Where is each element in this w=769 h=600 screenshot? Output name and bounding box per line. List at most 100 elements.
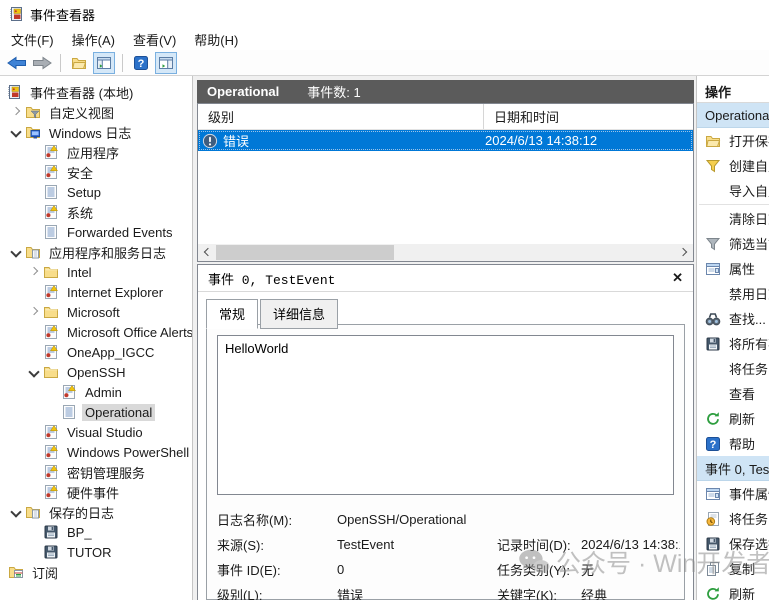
tree-item-label: Internet Explorer bbox=[64, 284, 166, 301]
filter-icon bbox=[705, 236, 721, 252]
back-button[interactable] bbox=[6, 52, 28, 74]
tree-item-openssh-operational[interactable]: Operational bbox=[0, 402, 192, 422]
action-view[interactable]: 查看 bbox=[697, 381, 769, 406]
action-section-operational[interactable]: Operational bbox=[697, 103, 769, 128]
tree-item-forwarded-events[interactable]: Forwarded Events bbox=[0, 222, 192, 242]
tree-item-oneapp-igcc[interactable]: OneApp_IGCC bbox=[0, 342, 192, 362]
tree-item-label: 订阅 bbox=[29, 562, 61, 583]
tree-item-microsoft[interactable]: Microsoft bbox=[0, 302, 192, 322]
error-icon bbox=[202, 133, 218, 149]
action-clear-log[interactable]: 清除日志... bbox=[697, 206, 769, 231]
event-list: 级别 日期和时间 错误 2024/6/13 14:38:12 bbox=[197, 103, 694, 262]
action-attach-task-to-event[interactable]: 将任务附加到此事件... bbox=[697, 506, 769, 531]
help-button[interactable]: ? bbox=[130, 52, 152, 74]
action-filter-current-log[interactable]: 筛选当前日志... bbox=[697, 231, 769, 256]
menu-file[interactable]: 文件(F) bbox=[2, 28, 63, 51]
tree-item-event-viewer-local[interactable]: 事件查看器 (本地) bbox=[0, 82, 192, 102]
show-console-tree-button[interactable] bbox=[93, 52, 115, 74]
tree-item-windows-logs[interactable]: Windows 日志 bbox=[0, 122, 192, 142]
tree-item-security[interactable]: 安全 bbox=[0, 162, 192, 182]
event-message-box[interactable]: HelloWorld bbox=[217, 335, 674, 495]
action-label: 禁用日志 bbox=[729, 284, 769, 303]
menu-bar: 文件(F) 操作(A) 查看(V) 帮助(H) bbox=[0, 28, 769, 50]
action-pane: 操作 Operational 打开保存的日志... 创建自定义视图... 导入自… bbox=[696, 76, 769, 600]
action-refresh-event[interactable]: 刷新 bbox=[697, 581, 769, 600]
tree-item-label: 密钥管理服务 bbox=[64, 462, 148, 483]
event-log-icon bbox=[43, 164, 59, 180]
action-label: 事件属性 bbox=[729, 484, 769, 503]
horizontal-scrollbar[interactable] bbox=[198, 244, 693, 261]
column-datetime[interactable]: 日期和时间 bbox=[483, 104, 693, 129]
tree-item-hardware-events[interactable]: 硬件事件 bbox=[0, 482, 192, 502]
tree-item-label: TUTOR bbox=[64, 544, 115, 561]
action-separator bbox=[699, 204, 769, 205]
tree-item-system[interactable]: 系统 bbox=[0, 202, 192, 222]
tree-item-custom-views[interactable]: 自定义视图 bbox=[0, 102, 192, 122]
tree-item-label: Admin bbox=[82, 384, 125, 401]
properties-icon bbox=[705, 486, 721, 502]
tree-item-saved-logs[interactable]: 保存的日志 bbox=[0, 502, 192, 522]
scrollbar-thumb[interactable] bbox=[216, 245, 394, 260]
subscription-folder-icon bbox=[8, 564, 24, 580]
title-bar: 事件查看器 bbox=[0, 0, 769, 28]
action-copy[interactable]: 复制 bbox=[697, 556, 769, 581]
action-create-custom-view[interactable]: 创建自定义视图... bbox=[697, 153, 769, 178]
event-log-icon bbox=[43, 424, 59, 440]
open-saved-log-button[interactable] bbox=[68, 52, 90, 74]
tree-item-bp[interactable]: BP_ bbox=[0, 522, 192, 542]
action-event-properties[interactable]: 事件属性 bbox=[697, 481, 769, 506]
action-label: 将任务附加到此日志... bbox=[729, 359, 769, 378]
column-level[interactable]: 级别 bbox=[198, 104, 483, 129]
tab-general[interactable]: 常规 bbox=[206, 299, 258, 329]
tree-item-application[interactable]: 应用程序 bbox=[0, 142, 192, 162]
list-log-icon bbox=[61, 404, 77, 420]
tree-item-visual-studio[interactable]: Visual Studio bbox=[0, 422, 192, 442]
custom-views-folder-icon bbox=[25, 104, 41, 120]
tree-item-setup[interactable]: Setup bbox=[0, 182, 192, 202]
tree-item-key-management[interactable]: 密钥管理服务 bbox=[0, 462, 192, 482]
chevron-right-icon[interactable] bbox=[26, 304, 43, 320]
tree-item-openssh-admin[interactable]: Admin bbox=[0, 382, 192, 402]
menu-help[interactable]: 帮助(H) bbox=[185, 28, 247, 51]
action-attach-task-to-log[interactable]: 将任务附加到此日志... bbox=[697, 356, 769, 381]
tree-item-openssh[interactable]: OpenSSH bbox=[0, 362, 192, 382]
tree-item-office-alerts[interactable]: Microsoft Office Alerts bbox=[0, 322, 192, 342]
close-icon[interactable]: ✕ bbox=[672, 270, 683, 286]
menu-action[interactable]: 操作(A) bbox=[63, 28, 124, 51]
action-properties[interactable]: 属性 bbox=[697, 256, 769, 281]
show-action-pane-button[interactable] bbox=[155, 52, 177, 74]
tree-item-windows-powershell[interactable]: Windows PowerShell bbox=[0, 442, 192, 462]
action-open-saved-log[interactable]: 打开保存的日志... bbox=[697, 128, 769, 153]
scroll-right-arrow[interactable] bbox=[676, 244, 693, 261]
menu-view[interactable]: 查看(V) bbox=[124, 28, 185, 51]
chevron-down-icon[interactable] bbox=[8, 504, 25, 520]
action-find[interactable]: 查找... bbox=[697, 306, 769, 331]
log-header-bar: Operational 事件数: 1 bbox=[197, 80, 694, 103]
chevron-right-icon[interactable] bbox=[26, 264, 43, 280]
tree-item-subscriptions[interactable]: 订阅 bbox=[0, 562, 192, 582]
chevron-down-icon[interactable] bbox=[8, 124, 25, 140]
tree-item-app-services-logs[interactable]: 应用程序和服务日志 bbox=[0, 242, 192, 262]
action-import-custom-view[interactable]: 导入自定义视图... bbox=[697, 178, 769, 203]
action-label: 将所有事件另存为... bbox=[729, 334, 769, 353]
tree-item-intel[interactable]: Intel bbox=[0, 262, 192, 282]
tree-item-internet-explorer[interactable]: Internet Explorer bbox=[0, 282, 192, 302]
chevron-down-icon[interactable] bbox=[8, 244, 25, 260]
scroll-left-arrow[interactable] bbox=[198, 244, 215, 261]
event-row[interactable]: 错误 2024/6/13 14:38:12 bbox=[198, 130, 693, 151]
action-label: 清除日志... bbox=[729, 209, 769, 228]
action-disable-log[interactable]: 禁用日志 bbox=[697, 281, 769, 306]
action-section-event[interactable]: 事件 0, TestEvent bbox=[697, 456, 769, 481]
event-log-icon bbox=[43, 284, 59, 300]
forward-button[interactable] bbox=[31, 52, 53, 74]
chevron-down-icon[interactable] bbox=[26, 364, 43, 380]
action-refresh[interactable]: 刷新 bbox=[697, 406, 769, 431]
action-help[interactable]: ?帮助 bbox=[697, 431, 769, 456]
tree-item-label: 自定义视图 bbox=[46, 102, 117, 123]
tree-item-tutor[interactable]: TUTOR bbox=[0, 542, 192, 562]
action-save-all-events[interactable]: 将所有事件另存为... bbox=[697, 331, 769, 356]
tab-details[interactable]: 详细信息 bbox=[260, 299, 338, 329]
chevron-right-icon[interactable] bbox=[8, 104, 25, 120]
action-save-selected-events[interactable]: 保存选择的事件... bbox=[697, 531, 769, 556]
list-log-icon bbox=[43, 224, 59, 240]
